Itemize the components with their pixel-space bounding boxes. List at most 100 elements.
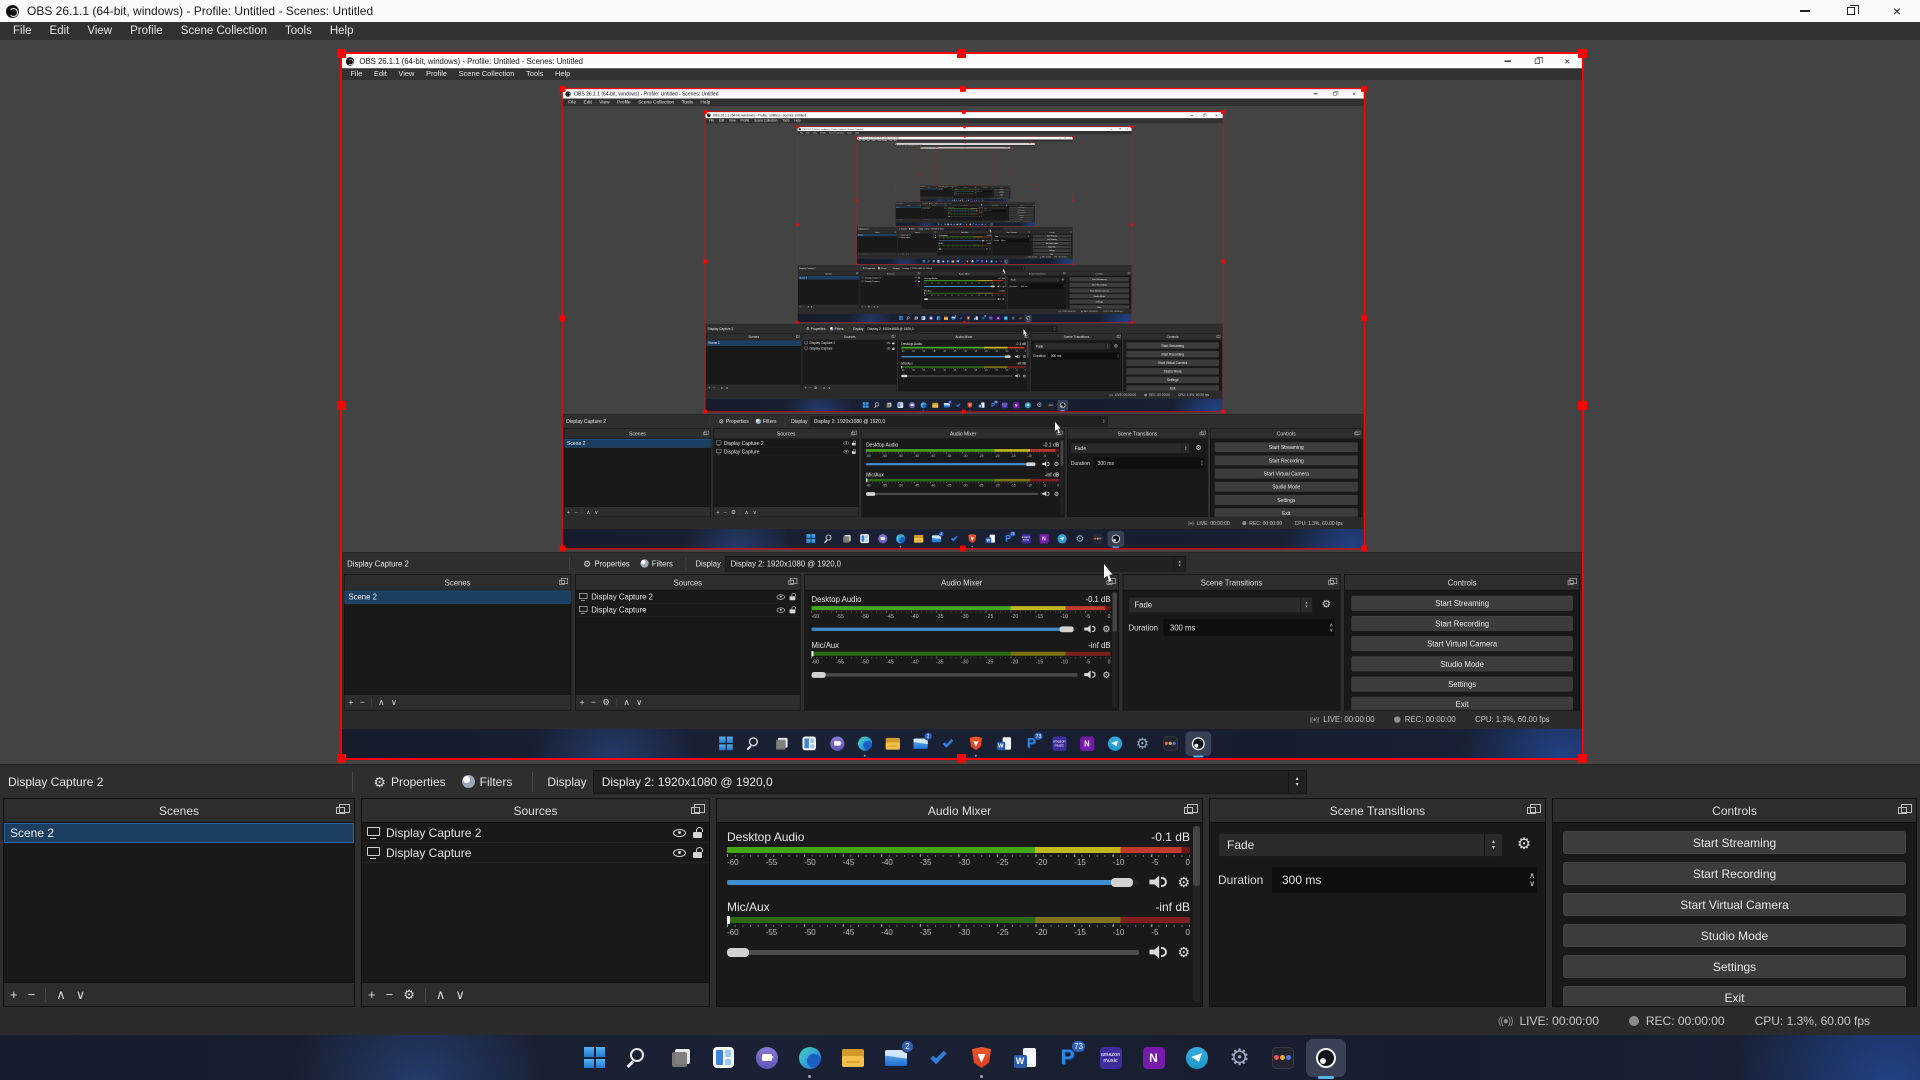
volume-slider-handle[interactable] (976, 211, 978, 212)
start-button[interactable] (712, 729, 740, 758)
move-scene-down-button[interactable]: ∨ (76, 988, 86, 1001)
start-streaming-button[interactable]: Start Streaming (1126, 342, 1218, 348)
mixer-scrollbar[interactable] (1005, 276, 1006, 308)
add-source-button[interactable]: + (716, 509, 719, 515)
menu-scene-collection[interactable]: Scene Collection (634, 99, 678, 107)
unlock-icon[interactable] (918, 280, 920, 282)
channel-gear-icon[interactable]: ⚙ (1177, 945, 1190, 959)
duration-input[interactable]: 300 ms ∧∨ (1000, 239, 1030, 242)
visibility-eye-icon[interactable] (673, 829, 686, 837)
word-app[interactable]: W (981, 529, 999, 548)
source-list-item[interactable]: Display Capture (362, 843, 709, 863)
unlock-icon[interactable] (935, 237, 936, 238)
chat-button[interactable] (906, 399, 918, 411)
speaker-icon[interactable] (986, 248, 988, 250)
settings-app[interactable]: ⚙ (1129, 729, 1157, 758)
duration-input[interactable]: 300 ms ∧∨ (1048, 352, 1119, 359)
display-capture-preview[interactable]: OBS 26.1.1 (64-bit, windows) - Profile: … (920, 147, 1010, 201)
volume-slider-handle[interactable] (948, 216, 950, 217)
exit-button[interactable]: Exit (1215, 508, 1358, 516)
start-virtual-camera-button[interactable]: Start Virtual Camera (1351, 636, 1573, 651)
resize-handle-bottom-right[interactable] (1131, 321, 1133, 323)
resize-handle-top-right[interactable] (1361, 86, 1367, 92)
unlock-icon[interactable] (789, 606, 796, 613)
task-view-button[interactable] (659, 1036, 702, 1080)
resize-handle-bottom-center[interactable] (960, 546, 966, 552)
source-list-item[interactable]: Display Capture 2 (714, 439, 859, 447)
properties-button[interactable]: ⚙ Properties (804, 325, 828, 332)
obs-taskbar-app[interactable] (1024, 314, 1031, 322)
transition-select[interactable]: Fade ▴▾ (984, 207, 1005, 209)
resize-handle-bottom-center[interactable] (963, 321, 965, 323)
popout-icon[interactable] (1070, 232, 1071, 233)
scene-list-item-selected[interactable]: Scene 2 (345, 591, 571, 604)
minimize-button[interactable] (1782, 0, 1828, 22)
chat-button[interactable] (927, 314, 934, 322)
scene-list-item-selected[interactable]: Scene 2 (4, 823, 354, 843)
amazon-music-app[interactable]: amazonmusic (987, 314, 994, 322)
remove-scene-button[interactable]: − (360, 698, 365, 706)
start-streaming-button[interactable]: Start Streaming (1215, 442, 1358, 452)
phone-link-app[interactable]: P73 (987, 399, 999, 411)
studio-mode-button[interactable]: Studio Mode (1033, 246, 1072, 249)
scene-list-item-selected[interactable]: Scene 2 (921, 189, 937, 190)
mail-app[interactable]: 2 (874, 1036, 917, 1080)
duration-input[interactable]: 300 ms ∧∨ (1163, 619, 1334, 636)
visibility-eye-icon[interactable] (844, 450, 849, 453)
menu-edit[interactable]: Edit (580, 99, 596, 107)
properties-button[interactable]: ⚙ Properties (715, 416, 752, 426)
duration-input[interactable]: 300 ms ∧∨ (988, 210, 1007, 212)
source-properties-button[interactable]: ⚙ (403, 988, 415, 1001)
add-scene-button[interactable]: + (567, 509, 570, 515)
add-scene-button[interactable]: + (799, 306, 800, 308)
task-view-button[interactable] (768, 729, 796, 758)
obs-taskbar-app[interactable] (1057, 399, 1069, 411)
menu-view[interactable]: View (393, 68, 421, 80)
scene-list-item-selected[interactable]: Scene 2 (896, 206, 921, 208)
scene-list-item-selected[interactable]: Scene 2 (798, 276, 859, 280)
display-capture-preview[interactable]: OBS 26.1.1 (64-bit, windows) - Profile: … (705, 111, 1224, 412)
channel-gear-icon[interactable]: ⚙ (1054, 461, 1059, 467)
add-source-button[interactable]: + (368, 988, 376, 1001)
menu-file[interactable]: File (345, 68, 369, 80)
duration-input[interactable]: 300 ms ∧∨ (980, 191, 992, 192)
filters-button[interactable]: Filters (877, 266, 889, 270)
menu-edit[interactable]: Edit (368, 68, 392, 80)
resize-handle-middle-left[interactable] (920, 174, 921, 175)
visibility-eye-icon[interactable] (887, 342, 891, 344)
menu-view[interactable]: View (596, 99, 614, 107)
scene-list-item-selected[interactable]: Scene 2 (565, 439, 711, 447)
volume-slider[interactable] (939, 248, 985, 250)
display-select[interactable]: Display 2: 1920x1080 @ 1920,0 ▴▾ (810, 416, 1108, 426)
unlock-icon[interactable] (789, 593, 796, 600)
speaker-icon[interactable] (998, 285, 1001, 287)
resize-handle-bottom-right[interactable] (1010, 201, 1011, 202)
edge-browser[interactable] (935, 314, 942, 322)
volume-slider[interactable] (924, 297, 996, 301)
popout-icon[interactable] (851, 432, 855, 435)
popout-icon[interactable] (856, 273, 858, 274)
speaker-icon[interactable] (1015, 355, 1020, 359)
chat-button[interactable] (745, 1036, 788, 1080)
volume-slider[interactable] (727, 942, 1139, 962)
mail-app[interactable]: 2 (950, 314, 957, 322)
unlock-icon[interactable] (892, 347, 895, 350)
file-explorer[interactable] (909, 529, 927, 548)
stepper-arrows-icon[interactable]: ∧∨ (1029, 239, 1030, 242)
brave-browser[interactable] (963, 529, 981, 548)
resize-handle-bottom-right[interactable] (1578, 754, 1587, 763)
file-explorer[interactable] (929, 399, 941, 411)
move-scene-up-button[interactable]: ∧ (807, 306, 809, 308)
popout-icon[interactable] (1006, 205, 1007, 206)
display-select[interactable]: Display 2: 1920x1080 @ 1920,0 ▴▾ (901, 266, 1025, 270)
move-scene-down-button[interactable]: ∨ (594, 509, 598, 515)
start-streaming-button[interactable]: Start Streaming (1033, 235, 1072, 238)
media-editor-app[interactable] (1089, 529, 1107, 548)
spinner-arrows-icon[interactable]: ▴▾ (1056, 278, 1059, 282)
popout-icon[interactable] (1063, 273, 1065, 274)
resize-handle-top-left[interactable] (703, 110, 707, 114)
visibility-eye-icon[interactable] (844, 441, 849, 444)
amazon-music-app[interactable]: amazonmusic (1017, 529, 1035, 548)
spinner-arrows-icon[interactable]: ▴▾ (1052, 326, 1057, 332)
unlock-icon[interactable] (851, 441, 856, 446)
